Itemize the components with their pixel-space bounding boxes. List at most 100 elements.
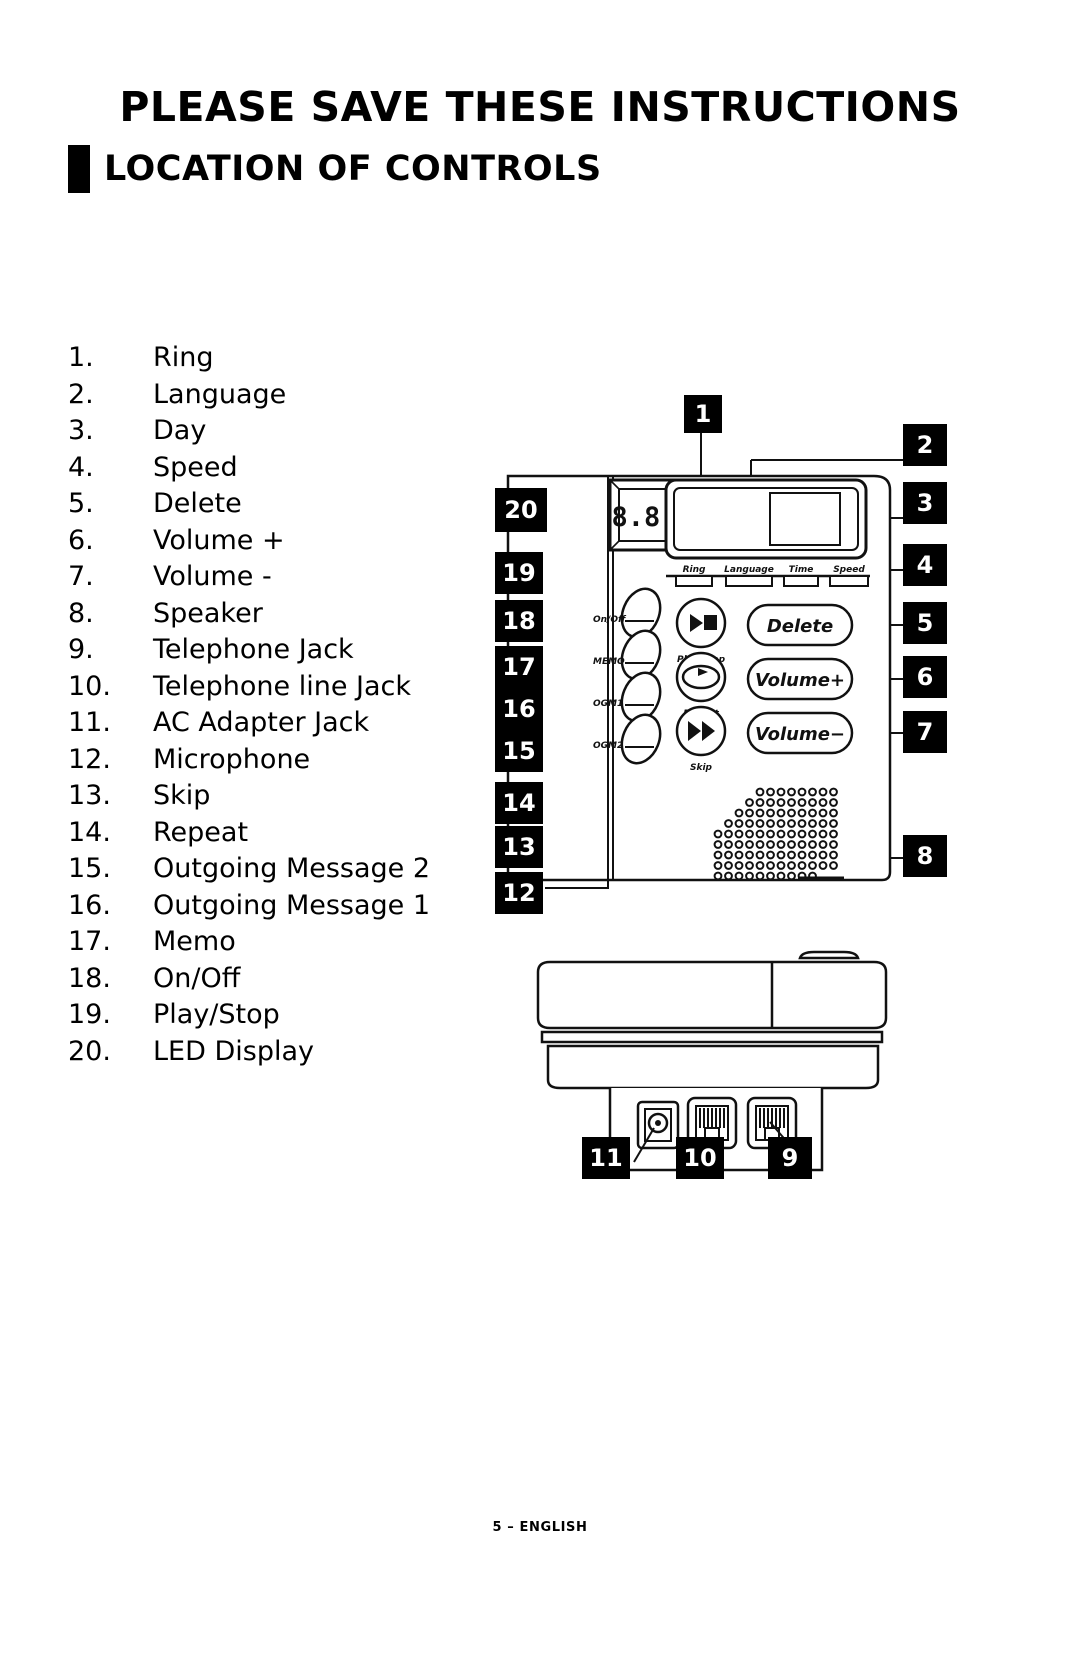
legend-item-number: 9. xyxy=(68,634,94,665)
svg-text:Delete: Delete xyxy=(767,616,833,637)
legend-item-label: On/Off xyxy=(153,962,241,994)
callout-10: 10 xyxy=(676,1137,724,1179)
svg-text:On/Off: On/Off xyxy=(593,615,627,625)
legend-item: 10. Telephone line Jack xyxy=(68,671,488,708)
legend-item-label: Telephone line Jack xyxy=(153,670,412,702)
callout-20: 20 xyxy=(495,488,547,532)
callout-7: 7 xyxy=(903,711,947,753)
callout-4: 4 xyxy=(903,544,947,586)
message-window xyxy=(664,478,868,560)
legend-item-label: Delete xyxy=(153,488,242,519)
legend-item: 7. Volume - xyxy=(68,561,488,598)
legend-item: 4. Speed xyxy=(68,452,488,489)
callout-19: 19 xyxy=(495,552,543,594)
page-title: PLEASE SAVE THESE INSTRUCTIONS xyxy=(119,83,961,132)
legend-item: 2. Language xyxy=(68,379,488,416)
legend-item: 6. Volume + xyxy=(68,525,488,562)
callout-16: 16 xyxy=(495,688,543,730)
legend-item-number: 16. xyxy=(68,889,111,921)
legend-item-label: Outgoing Message 2 xyxy=(153,853,431,884)
callout-2: 2 xyxy=(903,424,947,466)
legend-item-number: 17. xyxy=(68,926,111,957)
panel-buttons: Delete Volume+ Volume− xyxy=(746,603,854,755)
legend-item: 16. Outgoing Message 1 xyxy=(68,890,488,927)
svg-text:OGM2: OGM2 xyxy=(593,741,623,751)
legend-item-label: AC Adapter Jack xyxy=(153,707,370,738)
legend-item-label: Speed xyxy=(153,451,238,483)
section-title: LOCATION OF CONTROLS xyxy=(104,149,602,189)
legend-item-number: 11. xyxy=(68,707,111,738)
transport-buttons: Play/Stop Repeat Skip xyxy=(675,597,727,773)
legend-item-number: 1. xyxy=(68,342,94,373)
instruction-page: PLEASE SAVE THESE INSTRUCTIONS LOCATION … xyxy=(0,0,1080,1669)
callout-15: 15 xyxy=(495,730,543,772)
svg-text:Skip: Skip xyxy=(690,763,713,773)
legend-item-number: 10. xyxy=(68,670,111,702)
svg-text:Ring: Ring xyxy=(683,565,706,575)
callout-14: 14 xyxy=(495,782,543,824)
legend-item-number: 6. xyxy=(68,524,94,556)
callout-11: 11 xyxy=(582,1137,630,1179)
legend-item-number: 19. xyxy=(68,999,111,1030)
legend-item-number: 12. xyxy=(68,743,111,775)
legend-item-label: Speaker xyxy=(153,597,263,629)
callout-1: 1 xyxy=(684,395,722,433)
callout-5: 5 xyxy=(903,602,947,644)
svg-text:Speed: Speed xyxy=(833,565,865,575)
svg-text:Volume+: Volume+ xyxy=(755,670,845,691)
legend-item: 20. LED Display xyxy=(68,1036,488,1073)
callout-18: 18 xyxy=(495,600,543,642)
callout-17: 17 xyxy=(495,646,543,688)
legend-item-number: 15. xyxy=(68,853,111,884)
legend-item-label: Day xyxy=(153,415,207,446)
legend-item: 17. Memo xyxy=(68,926,488,963)
legend-item-label: Skip xyxy=(153,780,211,811)
indicator-strip: Ring Language Time Speed xyxy=(666,565,870,587)
legend-item: 14. Repeat xyxy=(68,817,488,854)
legend-item: 18. On/Off xyxy=(68,963,488,1000)
svg-text:Language: Language xyxy=(724,565,774,575)
legend-item-number: 7. xyxy=(68,561,94,592)
legend-item-label: Volume - xyxy=(153,561,272,592)
section-bar-marker xyxy=(68,145,90,193)
legend-item: 19. Play/Stop xyxy=(68,999,488,1036)
legend-item: 13. Skip xyxy=(68,780,488,817)
legend-item-label: Repeat xyxy=(153,816,249,848)
legend-item: 9. Telephone Jack xyxy=(68,634,488,671)
callout-12: 12 xyxy=(495,872,543,914)
section-heading: LOCATION OF CONTROLS xyxy=(68,145,602,193)
legend-item-label: Outgoing Message 1 xyxy=(153,889,431,921)
legend-item-label: Ring xyxy=(153,342,214,373)
page-footer: 5 – ENGLISH xyxy=(492,1520,588,1535)
legend-item-number: 3. xyxy=(68,415,94,446)
legend-item: 11. AC Adapter Jack xyxy=(68,707,488,744)
legend-item-number: 18. xyxy=(68,962,111,994)
legend-item-number: 5. xyxy=(68,488,94,519)
legend-item: 1. Ring xyxy=(68,342,488,379)
legend-item: 8. Speaker xyxy=(68,598,488,635)
callout-8: 8 xyxy=(903,835,947,877)
legend-item-number: 4. xyxy=(68,451,94,483)
legend-item: 15. Outgoing Message 2 xyxy=(68,853,488,890)
callout-6: 6 xyxy=(903,656,947,698)
legend-item-number: 2. xyxy=(68,378,94,410)
svg-text:Time: Time xyxy=(789,565,814,575)
legend-item: 3. Day xyxy=(68,415,488,452)
svg-text:Volume−: Volume− xyxy=(755,724,845,745)
legend-item-number: 14. xyxy=(68,816,111,848)
svg-text:MEMO: MEMO xyxy=(593,657,625,667)
controls-legend-list: 1. Ring 2. Language 3. Day 4. Speed 5. Delete 6. Vo… xyxy=(68,342,488,1072)
legend-item: 5. Delete xyxy=(68,488,488,525)
legend-item-label: Language xyxy=(153,378,287,410)
legend-item-label: Memo xyxy=(153,926,236,957)
legend-item-label: Telephone Jack xyxy=(153,634,354,665)
legend-item-number: 8. xyxy=(68,597,94,629)
legend-item-label: LED Display xyxy=(153,1035,314,1067)
legend-item-label: Play/Stop xyxy=(153,999,280,1030)
svg-text:OGM1: OGM1 xyxy=(593,699,623,709)
callout-9: 9 xyxy=(768,1137,812,1179)
legend-item-number: 20. xyxy=(68,1035,111,1067)
legend-item-label: Volume + xyxy=(153,524,285,556)
callout-3: 3 xyxy=(903,482,947,524)
legend-item-label: Microphone xyxy=(153,743,311,775)
